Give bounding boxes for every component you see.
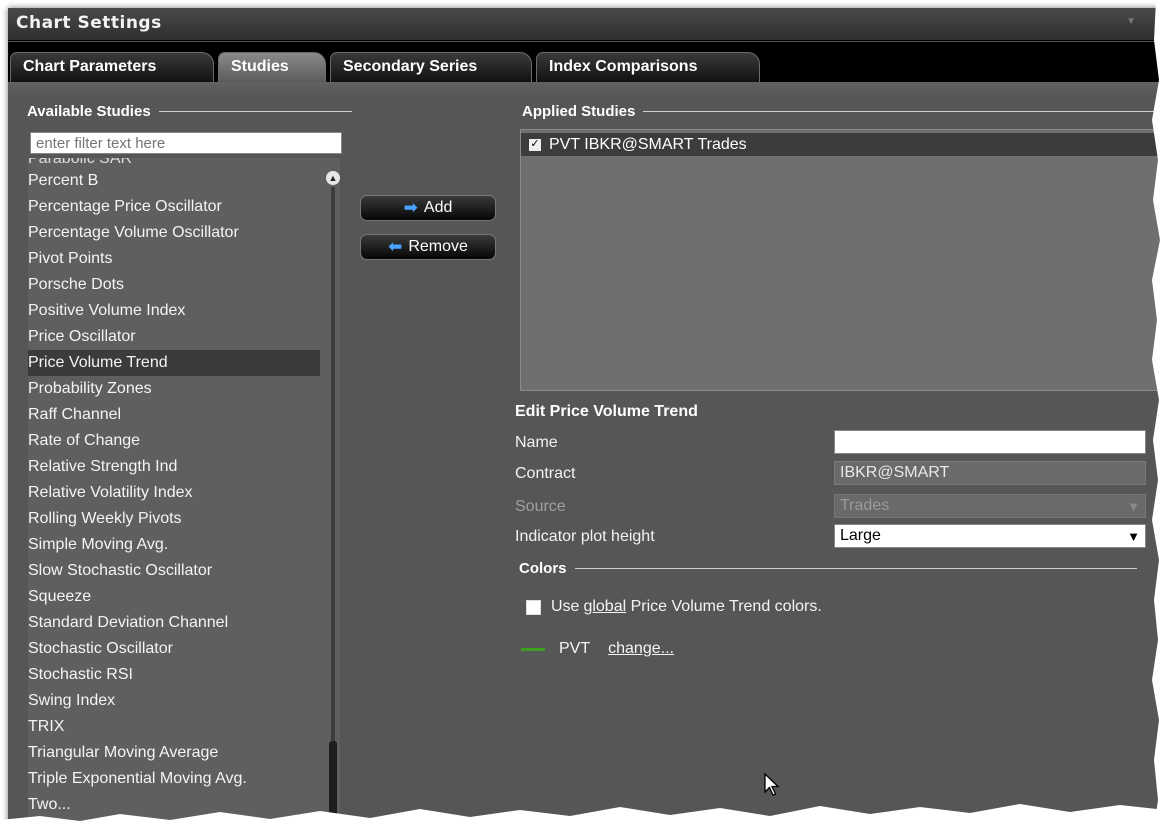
colors-header-rule — [574, 568, 1137, 569]
use-global-prefix: Use — [551, 598, 580, 615]
colors-label: Colors — [519, 560, 567, 577]
pvt-series-name: PVT — [559, 640, 591, 657]
list-item[interactable]: Simple Moving Avg. — [28, 532, 320, 558]
use-global-colors-row[interactable]: Use global Price Volume Trend colors. — [526, 598, 822, 616]
list-item-selected[interactable]: Price Volume Trend — [28, 350, 320, 376]
use-global-checkbox[interactable] — [526, 599, 541, 615]
contract-value: IBKR@SMART — [840, 464, 950, 481]
list-item[interactable]: Standard Deviation Channel — [28, 610, 320, 636]
list-item[interactable]: Rolling Weekly Pivots — [28, 506, 320, 532]
chevron-down-icon[interactable]: ▼ — [1127, 529, 1140, 544]
change-color-link[interactable]: change... — [608, 640, 674, 658]
scroll-up-icon[interactable]: ▲ — [326, 171, 340, 185]
list-item[interactable]: Price Oscillator — [28, 324, 320, 350]
scroll-track[interactable] — [331, 187, 335, 747]
add-button[interactable]: ➡ Add — [360, 195, 496, 221]
plot-height-label: Indicator plot height — [515, 528, 655, 545]
list-item-partial[interactable]: Parabolic SAR — [28, 158, 340, 168]
tab-studies[interactable]: Studies — [218, 52, 326, 83]
contract-field: IBKR@SMART — [834, 461, 1146, 485]
applied-studies-label: Applied Studies — [522, 103, 636, 120]
available-header-rule — [158, 111, 352, 112]
add-button-label: Add — [423, 199, 453, 216]
edit-panel-title: Edit Price Volume Trend — [515, 403, 698, 420]
available-studies-label: Available Studies — [27, 103, 151, 120]
global-link[interactable]: global — [583, 598, 626, 616]
list-item[interactable]: Percentage Price Oscillator — [28, 194, 320, 220]
tab-base — [8, 82, 1166, 96]
list-item[interactable]: Percent B — [28, 168, 320, 194]
tab-index-comparisons[interactable]: Index Comparisons — [536, 52, 760, 82]
remove-button-label: Remove — [408, 238, 468, 255]
pvt-color-swatch — [521, 647, 545, 651]
applied-header-rule — [643, 111, 1162, 112]
torn-edge-right — [1152, 0, 1166, 827]
list-item[interactable]: Squeeze — [28, 584, 320, 610]
torn-edge-bottom — [0, 804, 1166, 827]
study-filter-input[interactable] — [30, 132, 342, 154]
list-item[interactable]: Raff Channel — [28, 402, 320, 428]
list-item[interactable]: Swing Index — [28, 688, 320, 714]
list-item[interactable]: Pivot Points — [28, 246, 320, 272]
studies-scrollbar[interactable]: ▲ — [326, 171, 340, 827]
source-label: Source — [515, 498, 566, 515]
plot-height-value: Large — [840, 527, 881, 544]
list-item[interactable]: Rate of Change — [28, 428, 320, 454]
use-global-suffix: Price Volume Trend colors. — [626, 598, 822, 615]
applied-study-row[interactable]: ✓ PVT IBKR@SMART Trades — [521, 133, 1166, 156]
available-studies-list[interactable]: Parabolic SAR Percent B Percentage Price… — [28, 158, 340, 827]
applied-studies-header: Applied Studies — [522, 103, 1162, 120]
applied-studies-list[interactable]: ✓ PVT IBKR@SMART Trades — [520, 129, 1166, 391]
applied-study-checkbox[interactable]: ✓ — [529, 138, 541, 151]
title-bar: Chart Settings ▼ — [8, 8, 1166, 41]
chevron-down-icon: ▼ — [1127, 499, 1140, 514]
list-item[interactable]: Stochastic Oscillator — [28, 636, 320, 662]
colors-header: Colors — [519, 560, 1137, 577]
list-item[interactable]: Slow Stochastic Oscillator — [28, 558, 320, 584]
list-item[interactable]: Stochastic RSI — [28, 662, 320, 688]
list-item[interactable]: Triple Exponential Moving Avg. — [28, 766, 320, 792]
window-title: Chart Settings — [16, 13, 162, 33]
contract-label: Contract — [515, 465, 576, 482]
name-label: Name — [515, 434, 558, 451]
list-item[interactable]: Positive Volume Index — [28, 298, 320, 324]
arrow-left-icon: ⬅ — [388, 237, 403, 256]
name-field[interactable] — [834, 430, 1146, 454]
chart-settings-window: Chart Settings ▼ Chart Parameters Studie… — [8, 8, 1166, 827]
list-item[interactable]: Relative Volatility Index — [28, 480, 320, 506]
list-item[interactable]: Percentage Volume Oscillator — [28, 220, 320, 246]
title-menu-icon[interactable]: ▼ — [1126, 16, 1136, 27]
available-studies-header: Available Studies — [27, 103, 352, 120]
arrow-right-icon: ➡ — [403, 198, 418, 217]
list-item[interactable]: Relative Strength Ind — [28, 454, 320, 480]
list-item[interactable]: Triangular Moving Average — [28, 740, 320, 766]
plot-height-select[interactable]: Large ▼ — [834, 524, 1146, 548]
source-select: Trades ▼ — [834, 494, 1146, 518]
list-item[interactable]: Probability Zones — [28, 376, 320, 402]
tab-chart-parameters[interactable]: Chart Parameters — [10, 52, 214, 82]
applied-study-label: PVT IBKR@SMART Trades — [549, 135, 747, 153]
list-item[interactable]: TRIX — [28, 714, 320, 740]
remove-button[interactable]: ⬅ Remove — [360, 234, 496, 260]
tab-strip: Chart Parameters Studies Secondary Serie… — [8, 42, 1166, 96]
pvt-color-row: PVT change... — [521, 640, 674, 658]
source-value: Trades — [840, 497, 890, 514]
tab-secondary-series[interactable]: Secondary Series — [330, 52, 532, 82]
list-item[interactable]: Porsche Dots — [28, 272, 320, 298]
